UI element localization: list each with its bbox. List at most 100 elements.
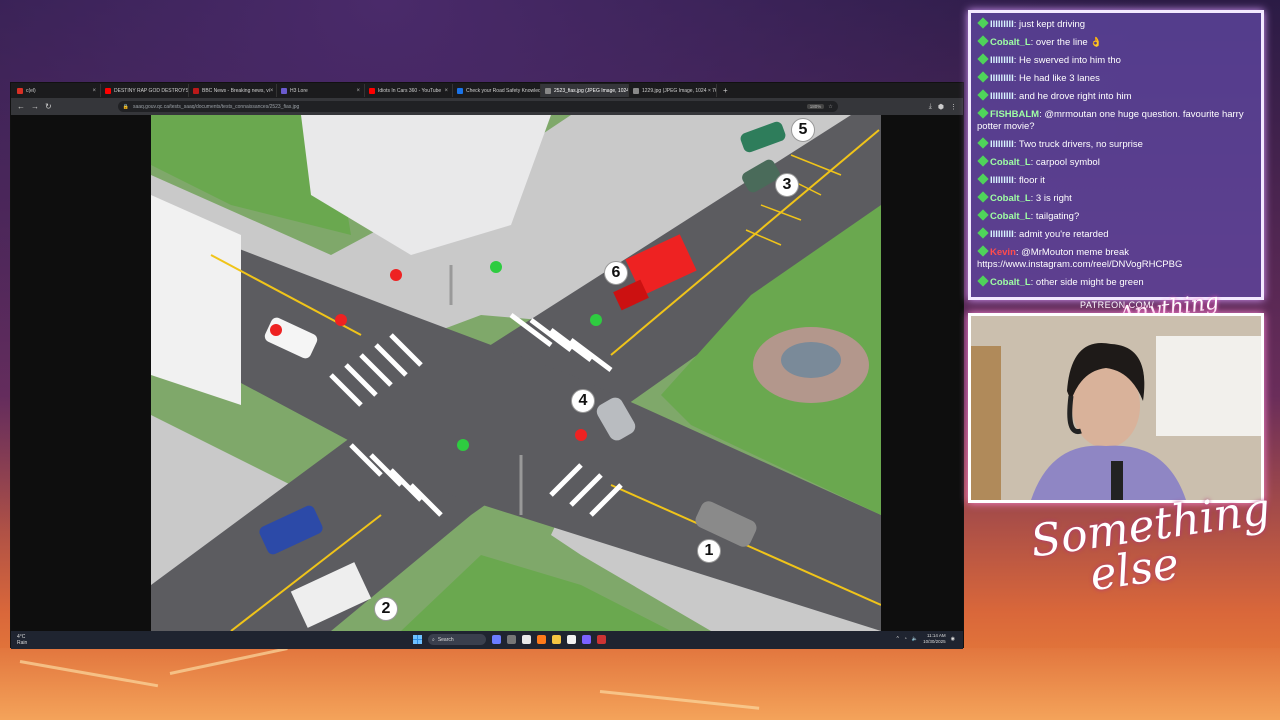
chat-badge-icon bbox=[977, 155, 989, 167]
webcam-frame bbox=[968, 313, 1264, 503]
browser-tab[interactable]: Idiots In Cars 360 - YouTube × bbox=[365, 84, 453, 97]
chat-username[interactable]: Cobalt_L bbox=[990, 277, 1031, 288]
chat-username[interactable]: FISHBALM bbox=[990, 109, 1039, 120]
browser-tab[interactable]: H3 Lore × bbox=[277, 84, 365, 97]
app-icon[interactable] bbox=[567, 635, 576, 644]
chat-text: just kept driving bbox=[1019, 19, 1086, 30]
chat-username[interactable]: Cobalt_L bbox=[990, 193, 1031, 204]
webcam-image bbox=[971, 316, 1261, 500]
chat-badge-icon bbox=[977, 137, 989, 149]
chat-username[interactable]: IIIIIIIII bbox=[990, 139, 1014, 150]
browser-tab[interactable]: 1229.jpg (JPEG Image, 1024 × 768× bbox=[629, 84, 717, 97]
tab-favicon-icon bbox=[105, 87, 111, 94]
address-bar: ← → ↻ 🔒 saaq.gouv.qc.ca/tests_saaq/docum… bbox=[11, 98, 963, 115]
tab-label: DESTINY RAP GOD DESTROYS bbox=[114, 87, 189, 94]
chat-username[interactable]: Kevin bbox=[990, 247, 1016, 258]
forward-icon[interactable]: → bbox=[31, 102, 39, 111]
firefox-icon[interactable] bbox=[537, 635, 546, 644]
windows-start-icon[interactable] bbox=[413, 635, 422, 644]
browser-icon[interactable] bbox=[522, 635, 531, 644]
tab-favicon-icon bbox=[369, 87, 375, 94]
tab-favicon-icon bbox=[633, 87, 639, 94]
chat-text: and he drove right into him bbox=[1019, 91, 1132, 102]
chat-username[interactable]: IIIIIIIII bbox=[990, 19, 1014, 30]
tray-chevron-icon[interactable]: ^ bbox=[896, 636, 898, 642]
marker-5: 5 bbox=[791, 118, 815, 142]
zoom-badge[interactable]: 180% bbox=[806, 104, 825, 109]
tab-label: Idiots In Cars 360 - YouTube bbox=[378, 87, 442, 94]
reload-icon[interactable]: ↻ bbox=[45, 102, 52, 111]
obs-icon[interactable] bbox=[597, 635, 606, 644]
url-field[interactable]: 🔒 saaq.gouv.qc.ca/tests_saaq/documents/t… bbox=[117, 101, 838, 112]
volume-icon[interactable]: 🔈 bbox=[912, 636, 918, 642]
chat-username[interactable]: IIIIIIIII bbox=[990, 229, 1014, 240]
chat-username[interactable]: IIIIIIIII bbox=[990, 175, 1014, 186]
chat-badge-icon bbox=[977, 191, 989, 203]
chat-message: FISHBALM: @mrmoutan one huge question. f… bbox=[977, 107, 1255, 133]
tab-favicon-icon bbox=[457, 87, 463, 94]
chat-username[interactable]: IIIIIIIII bbox=[990, 55, 1014, 66]
back-icon[interactable]: ← bbox=[17, 102, 25, 111]
discord-icon[interactable] bbox=[582, 635, 591, 644]
chat-text: floor it bbox=[1019, 175, 1045, 186]
chat-badge-icon bbox=[977, 107, 989, 119]
close-tab-icon[interactable]: × bbox=[270, 88, 274, 94]
browser-tab[interactable]: 2523_fias.jpg (JPEG Image, 1024 ×× bbox=[541, 84, 629, 97]
traffic-light bbox=[590, 314, 602, 326]
notification-icon[interactable]: ◉ bbox=[951, 636, 955, 642]
chat-username[interactable]: Cobalt_L bbox=[990, 211, 1031, 222]
chat-badge-icon bbox=[977, 35, 989, 47]
chat-message: IIIIIIIII: Two truck drivers, no surpris… bbox=[977, 137, 1255, 151]
close-tab-icon[interactable]: × bbox=[92, 88, 96, 94]
chat-badge-icon bbox=[977, 227, 989, 239]
menu-icon[interactable]: ⋮ bbox=[950, 103, 957, 111]
chat-text: admit you're retarded bbox=[1019, 229, 1109, 240]
intersection-image: 5 3 6 4 1 2 bbox=[151, 115, 881, 631]
chat-badge-icon bbox=[977, 17, 989, 29]
clock[interactable]: 11:14 AM 10/30/2025 bbox=[923, 633, 946, 645]
new-tab-icon[interactable]: + bbox=[723, 86, 728, 95]
copilot-icon[interactable] bbox=[492, 635, 501, 644]
chat-message: Cobalt_L: 3 is right bbox=[977, 191, 1255, 205]
browser-tab[interactable]: Check your Road Safety Knowledge× bbox=[453, 84, 541, 97]
chat-text: over the line 👌 bbox=[1035, 37, 1103, 48]
browser-tab[interactable]: c(el) × bbox=[13, 84, 101, 97]
chat-message: IIIIIIIII: just kept driving bbox=[977, 17, 1255, 31]
chat-message: Cobalt_L: tailgating? bbox=[977, 209, 1255, 223]
close-tab-icon[interactable]: × bbox=[356, 88, 360, 94]
chat-username[interactable]: IIIIIIIII bbox=[990, 73, 1014, 84]
marker-1: 1 bbox=[697, 539, 721, 563]
extension-icon[interactable]: ⬢ bbox=[938, 103, 944, 111]
close-tab-icon[interactable]: × bbox=[444, 88, 448, 94]
search-icon: ⌕ bbox=[432, 636, 435, 643]
traffic-light bbox=[390, 269, 402, 281]
chat-text: Two truck drivers, no surprise bbox=[1018, 139, 1143, 150]
chat-username[interactable]: IIIIIIIII bbox=[990, 91, 1014, 102]
tab-favicon-icon bbox=[545, 87, 551, 94]
marker-3: 3 bbox=[775, 173, 799, 197]
wifi-icon[interactable]: ◔ bbox=[904, 636, 907, 642]
marker-2: 2 bbox=[374, 597, 398, 621]
task-view-icon[interactable] bbox=[507, 635, 516, 644]
chat-text: 3 is right bbox=[1035, 193, 1072, 204]
folder-icon[interactable] bbox=[552, 635, 561, 644]
download-icon[interactable]: ⤓ bbox=[929, 103, 932, 111]
star-icon[interactable]: ☆ bbox=[828, 104, 832, 110]
chat-badge-icon bbox=[977, 53, 989, 65]
chat-badge-icon bbox=[977, 173, 989, 185]
chat-username[interactable]: Cobalt_L bbox=[990, 37, 1031, 48]
tab-favicon-icon bbox=[17, 87, 23, 94]
chat-badge-icon bbox=[977, 89, 989, 101]
weather-widget[interactable]: 4°C Rain bbox=[17, 634, 27, 646]
browser-tab[interactable]: DESTINY RAP GOD DESTROYS× bbox=[101, 84, 189, 97]
browser-tab[interactable]: BBC News - Breaking news, vi × bbox=[189, 84, 277, 97]
search-label: Search bbox=[437, 636, 454, 643]
clock-date: 10/30/2025 bbox=[923, 639, 946, 644]
chat-message: Cobalt_L: over the line 👌 bbox=[977, 35, 1255, 49]
chat-username[interactable]: Cobalt_L bbox=[990, 157, 1031, 168]
taskbar-search[interactable]: ⌕ Search bbox=[428, 634, 486, 645]
tab-label: c(el) bbox=[26, 87, 36, 94]
background-band bbox=[0, 648, 1280, 720]
chat-text: tailgating? bbox=[1035, 211, 1080, 222]
lock-icon: 🔒 bbox=[122, 103, 129, 110]
